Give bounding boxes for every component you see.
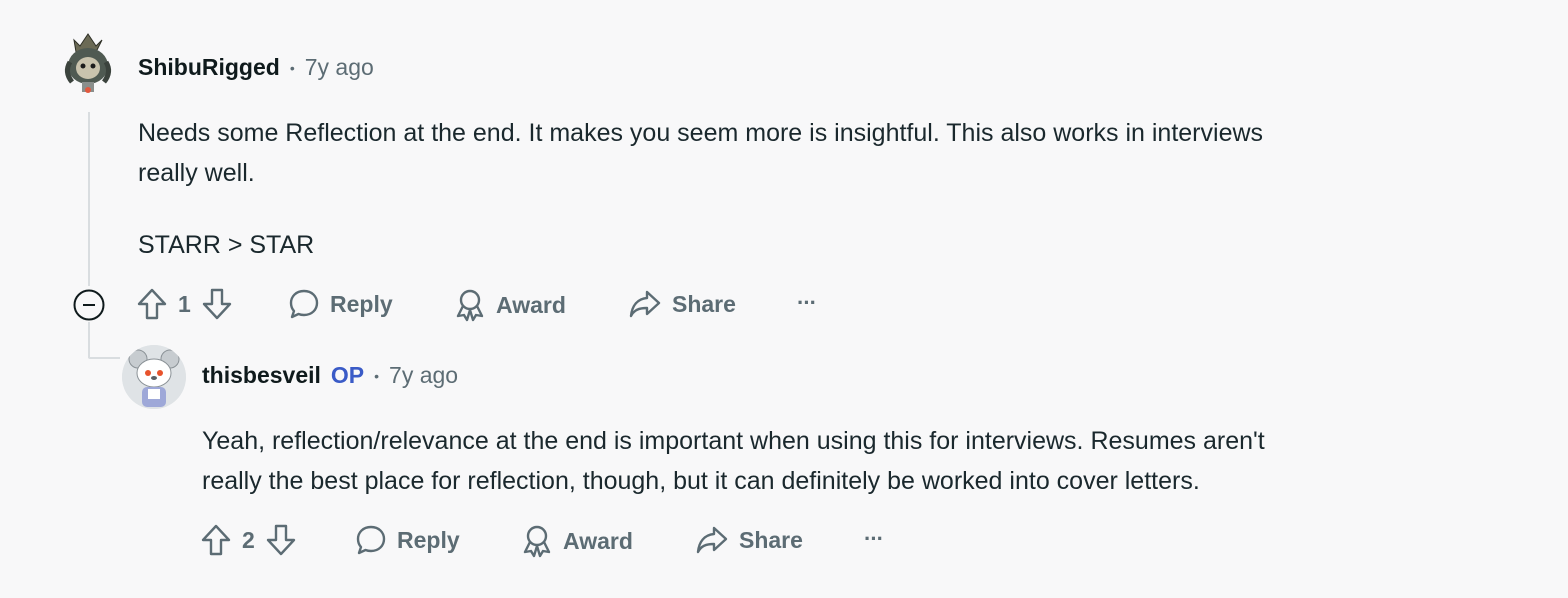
award-ribbon-icon	[521, 524, 553, 558]
comment-body: Yeah, reflection/relevance at the end is…	[202, 421, 1265, 501]
speech-bubble-icon	[288, 288, 320, 320]
award-label: Award	[563, 527, 633, 554]
comment-text-line: really the best place for reflection, th…	[202, 467, 1200, 495]
arrow-up-icon[interactable]	[136, 287, 168, 321]
reply-label: Reply	[330, 290, 393, 317]
reply-button[interactable]: Reply	[355, 524, 460, 556]
comment-header: ShibuRigged • 7y ago	[138, 54, 374, 81]
share-arrow-icon	[695, 524, 729, 556]
comment-text-line: Needs some Reflection at the end. It mak…	[138, 119, 1264, 147]
comment-text-line: STARR > STAR	[138, 231, 315, 259]
award-button[interactable]: Award	[454, 288, 566, 322]
timestamp[interactable]: 7y ago	[305, 54, 374, 81]
minus-circle-icon	[73, 289, 105, 321]
ellipsis-icon: ···	[797, 290, 817, 315]
reply-thread-connector-horizontal	[88, 357, 120, 359]
more-options-button[interactable]: ···	[797, 290, 817, 316]
comment-header: thisbesveil OP • 7y ago	[202, 362, 458, 389]
arrow-down-icon[interactable]	[265, 523, 297, 557]
separator-dot: •	[374, 367, 380, 384]
more-options-button[interactable]: ···	[864, 526, 884, 552]
collapse-button[interactable]	[72, 288, 106, 322]
award-ribbon-icon	[454, 288, 486, 322]
award-button[interactable]: Award	[521, 524, 633, 558]
comment-text-line: Yeah, reflection/relevance at the end is…	[202, 427, 1265, 455]
comment-text-line: really well.	[138, 159, 255, 187]
ellipsis-icon: ···	[864, 526, 884, 551]
comment-body: Needs some Reflection at the end. It mak…	[138, 113, 1263, 265]
share-label: Share	[672, 290, 736, 317]
reply-button[interactable]: Reply	[288, 288, 393, 320]
username[interactable]: ShibuRigged	[138, 54, 280, 81]
timestamp[interactable]: 7y ago	[389, 362, 458, 389]
share-label: Share	[739, 526, 803, 553]
avatar[interactable]	[122, 345, 186, 409]
reply-thread-connector	[88, 322, 90, 358]
separator-dot: •	[289, 59, 295, 76]
award-label: Award	[496, 291, 566, 318]
arrow-down-icon[interactable]	[201, 287, 233, 321]
share-button[interactable]: Share	[695, 524, 803, 556]
username[interactable]: thisbesveil	[202, 362, 321, 389]
reply-label: Reply	[397, 526, 460, 553]
speech-bubble-icon	[355, 524, 387, 556]
vote-count: 1	[178, 290, 191, 317]
arrow-up-icon[interactable]	[200, 523, 232, 557]
vote-group: 1	[136, 287, 233, 321]
avatar[interactable]	[60, 32, 116, 96]
op-badge: OP	[330, 362, 365, 388]
vote-group: 2	[200, 523, 297, 557]
vote-count: 2	[242, 526, 255, 553]
thread-line	[88, 112, 90, 286]
share-arrow-icon	[628, 288, 662, 320]
share-button[interactable]: Share	[628, 288, 736, 320]
